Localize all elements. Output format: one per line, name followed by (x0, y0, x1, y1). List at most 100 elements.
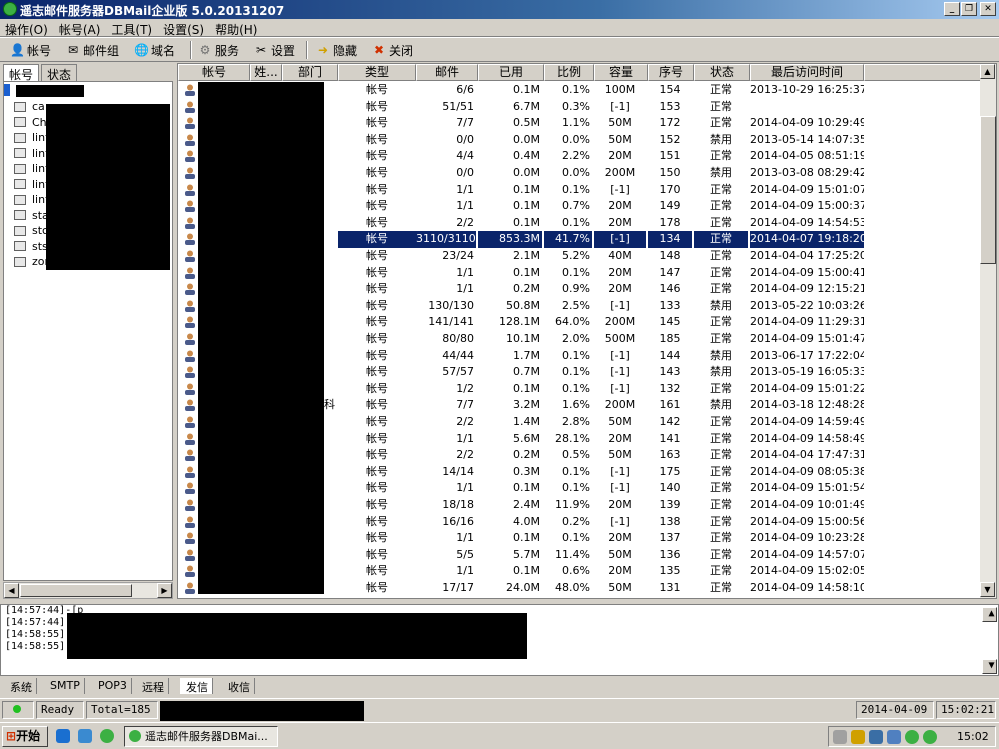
scroll-up-button[interactable]: ▲ (980, 64, 995, 79)
table-cell: 正常 (710, 581, 732, 594)
tree-item[interactable]: Ch (14, 115, 47, 130)
table-cell: 0.1% (562, 481, 590, 495)
table-cell: 0.1% (562, 381, 590, 395)
tab-send[interactable]: 发信 (180, 678, 213, 694)
col-mail-header[interactable]: 邮件 (416, 64, 478, 81)
start-button[interactable]: ⊞开始 (2, 726, 48, 747)
menu-account[interactable]: 帐号(A) (54, 19, 107, 38)
menu-tools[interactable]: 工具(T) (106, 19, 158, 38)
table-cell: 20M (608, 282, 632, 296)
account-tree[interactable]: ca Ch lint lint lint lint lint sta stc sts zor (3, 81, 173, 581)
table-cell: 帐号 (366, 149, 388, 163)
tray-icon[interactable] (923, 730, 937, 744)
mailgroup-button[interactable]: ✉ 邮件组 (66, 41, 119, 59)
tray-icon[interactable] (833, 730, 847, 744)
tree-item[interactable]: lint (14, 192, 49, 207)
table-cell: 正常 (710, 531, 732, 545)
menu-operate[interactable]: 操作(O) (0, 19, 54, 38)
log-scroll-down[interactable]: ▼ (982, 659, 997, 674)
col-ratio-header[interactable]: 比例 (544, 64, 594, 81)
ie-icon[interactable] (56, 729, 70, 743)
user-icon (184, 532, 196, 545)
hide-button[interactable]: ➜ 隐藏 (316, 41, 357, 59)
table-cell: [-1] (610, 464, 630, 478)
tab-account[interactable]: 帐号 (3, 64, 40, 82)
table-cell: 正常 (710, 431, 732, 445)
col-capacity-header[interactable]: 容量 (594, 64, 648, 81)
col-name-header[interactable]: 姓... (250, 64, 282, 81)
log-panel[interactable]: [14:57:44]-[p [14:57:44]-[p [14:58:55]-[… (0, 604, 999, 676)
account-icon (14, 210, 26, 220)
table-cell: 3110/3110 (416, 231, 476, 248)
tree-item[interactable]: lint (14, 130, 49, 145)
tree-item[interactable]: ca (14, 99, 45, 114)
tab-receive[interactable]: 收信 (222, 678, 255, 694)
tray-clock: 15:02 (957, 730, 989, 743)
table-cell: 帐号 (366, 83, 388, 96)
scroll-down-button[interactable]: ▼ (980, 582, 995, 597)
restore-button[interactable]: ❐ (961, 2, 977, 16)
col-type-header[interactable]: 类型 (338, 64, 416, 81)
close-button[interactable]: ✖ 关闭 (372, 41, 413, 59)
taskbar-item-dbmail[interactable]: 遥志邮件服务器DBMai... (124, 726, 278, 747)
table-cell: 帐号 (366, 315, 388, 329)
menu-help[interactable]: 帮助(H) (210, 19, 263, 38)
tray-icon[interactable] (887, 730, 901, 744)
tree-item[interactable]: sts (14, 239, 48, 254)
tree-hscrollbar[interactable]: ◀ ▶ (3, 582, 173, 599)
table-cell: 2014-04-09 14:57:07 (750, 547, 864, 561)
service-button[interactable]: ⚙ 服务 (198, 41, 239, 59)
table-cell: 20M (608, 564, 632, 578)
user-icon (184, 101, 196, 113)
tab-remote[interactable]: 远程 (136, 678, 169, 694)
tab-pop3[interactable]: POP3 (92, 678, 132, 694)
tab-status[interactable]: 状态 (41, 64, 78, 82)
col-last-access-header[interactable]: 最后访问时间 (750, 64, 864, 81)
table-cell: 正常 (694, 231, 748, 248)
tab-system[interactable]: 系统 (4, 678, 37, 694)
dbmail-quick-icon[interactable] (100, 729, 114, 743)
col-account-header[interactable]: 帐号 (178, 64, 250, 81)
list-vscrollbar[interactable]: ▲ ▼ (980, 64, 996, 598)
tree-item[interactable]: stc (14, 223, 48, 238)
account-button[interactable]: 👤 帐号 (10, 41, 51, 59)
user-icon (184, 482, 196, 495)
account-list[interactable]: 帐号 姓... 部门 类型 邮件 已用 比例 容量 序号 状态 最后访问时间 帐号 6/6 0.1M 0.… (177, 63, 997, 599)
col-used-header[interactable]: 已用 (478, 64, 544, 81)
scroll-thumb[interactable] (20, 584, 132, 597)
title-bar[interactable]: 遥志邮件服务器DBMail企业版 5.0.20131207 _ ❐ ✕ (0, 0, 999, 19)
scroll-left-button[interactable]: ◀ (4, 583, 19, 598)
table-cell: 16/16 (442, 514, 474, 528)
tree-item[interactable]: lint (14, 177, 49, 192)
table-cell: 28.1% (555, 431, 590, 445)
settings-button[interactable]: ✂ 设置 (254, 41, 295, 59)
table-cell: [-1] (610, 481, 630, 495)
tray-icon[interactable] (905, 730, 919, 744)
tools-icon: ✂ (255, 43, 267, 57)
col-id-header[interactable]: 序号 (648, 64, 694, 81)
tree-item[interactable]: zor (14, 254, 49, 269)
tree-item[interactable]: lint (14, 146, 49, 161)
table-cell: 正常 (710, 547, 732, 561)
col-dept-header[interactable]: 部门 (282, 64, 338, 81)
table-cell: 142 (659, 415, 681, 428)
tray-icon[interactable] (851, 730, 865, 744)
menu-settings[interactable]: 设置(S) (158, 19, 210, 38)
tree-item[interactable]: sta (14, 208, 49, 223)
table-cell: 135 (659, 564, 681, 578)
tray-icon[interactable] (869, 730, 883, 744)
domain-button[interactable]: 🌐 域名 (134, 41, 175, 59)
tab-smtp[interactable]: SMTP (44, 678, 85, 694)
col-status-header[interactable]: 状态 (694, 64, 750, 81)
table-cell: 0.1M (513, 381, 540, 395)
scroll-right-button[interactable]: ▶ (157, 583, 172, 598)
log-scroll-up[interactable]: ▲ (982, 607, 997, 622)
close-window-button[interactable]: ✕ (980, 2, 996, 16)
minimize-button[interactable]: _ (944, 2, 960, 16)
tree-item[interactable]: lint (14, 161, 49, 176)
table-cell: 0.1M (513, 182, 540, 196)
list-scroll-thumb[interactable] (980, 116, 996, 264)
table-cell: 131 (659, 581, 681, 594)
desktop-icon[interactable] (78, 729, 92, 743)
table-cell: 正常 (710, 182, 732, 196)
